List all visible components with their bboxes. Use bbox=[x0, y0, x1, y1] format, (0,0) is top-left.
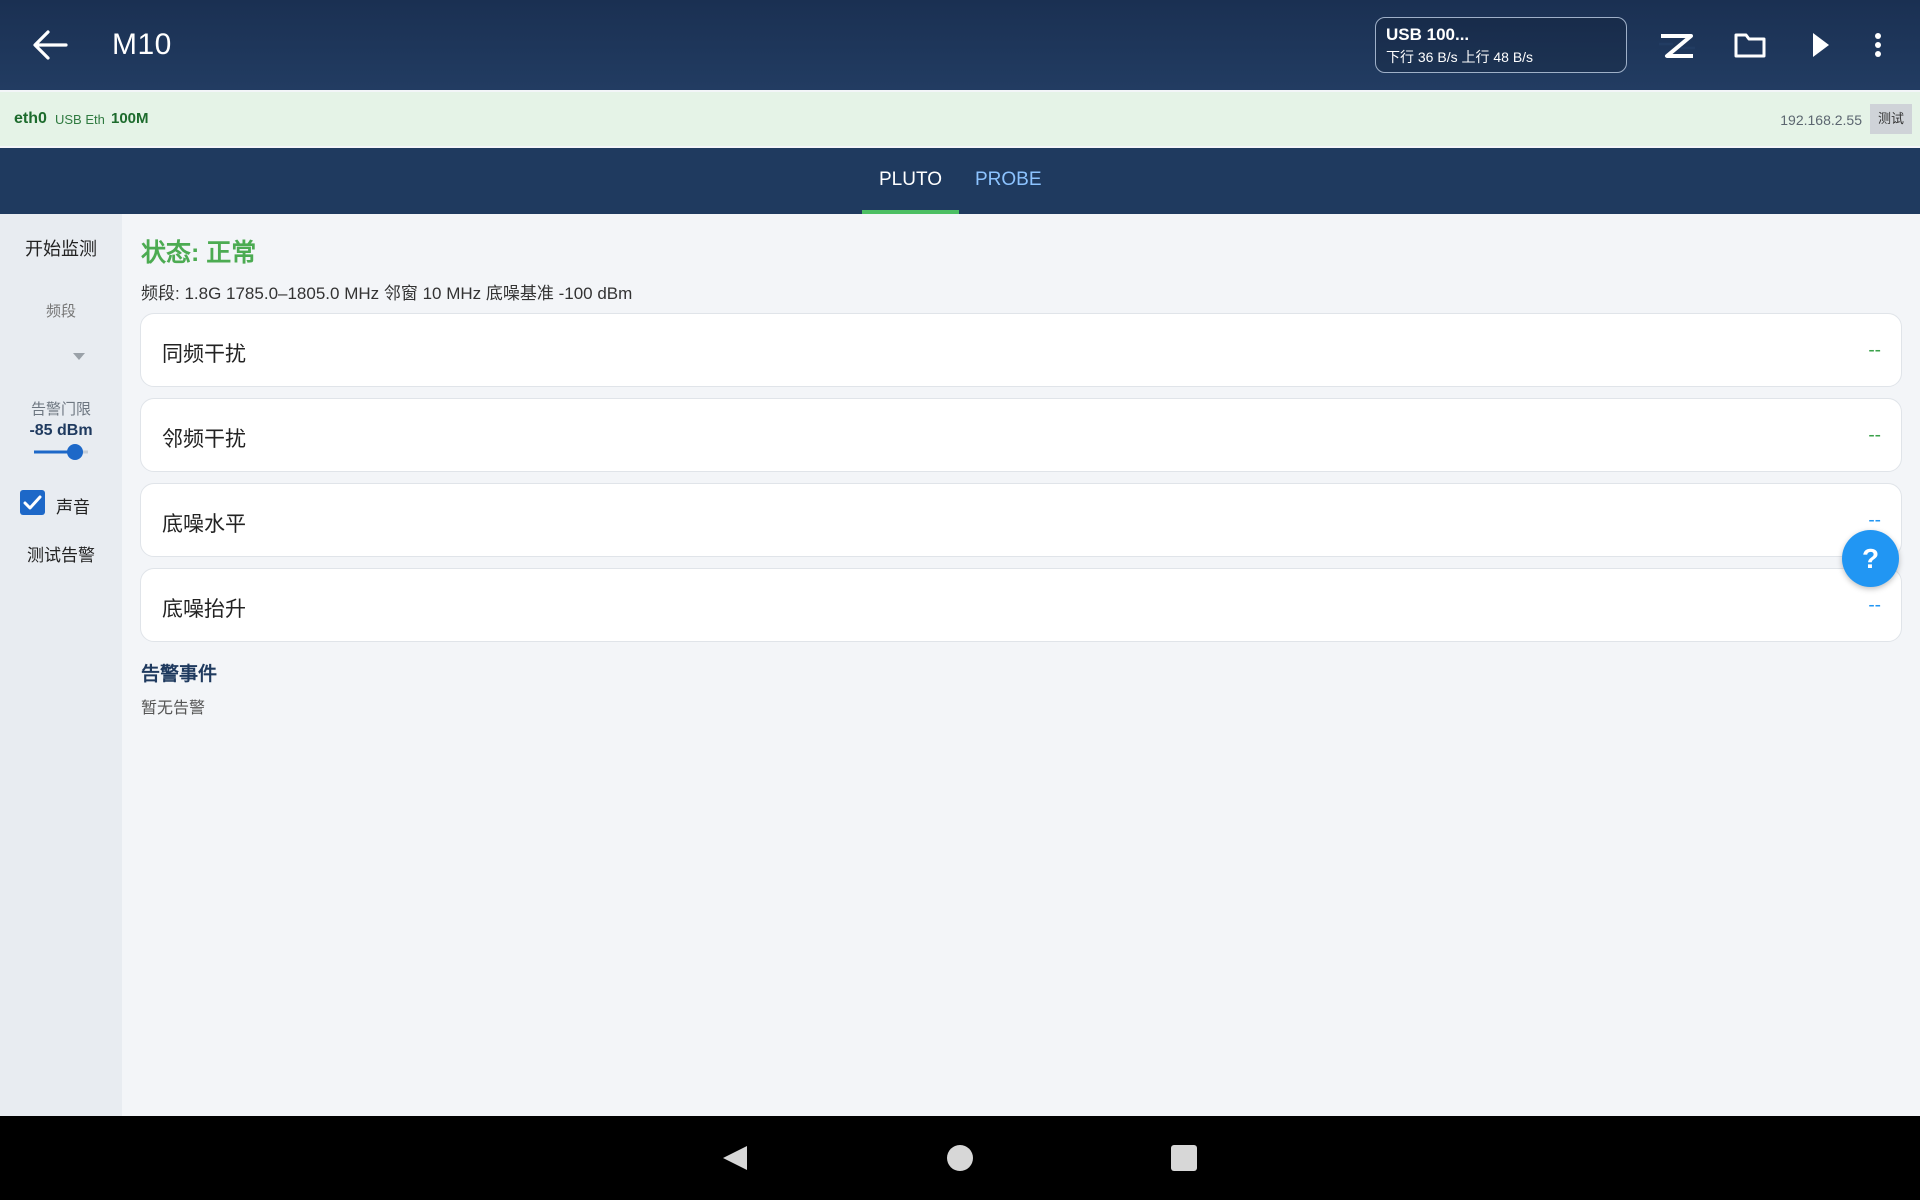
threshold-slider[interactable] bbox=[32, 442, 90, 462]
metric-name: 底噪水平 bbox=[162, 513, 246, 536]
band-info: 频段: 1.8G 1785.0–1805.0 MHz 邻窗 10 MHz 底噪基… bbox=[141, 284, 633, 303]
nav-recents-icon[interactable] bbox=[1154, 1116, 1214, 1200]
more-vert-icon[interactable] bbox=[1856, 24, 1900, 66]
metric-value: -- bbox=[1868, 425, 1881, 446]
folder-icon[interactable] bbox=[1728, 24, 1772, 66]
page-title: M10 bbox=[112, 28, 172, 61]
metric-name: 同频干扰 bbox=[162, 343, 246, 366]
tab-probe[interactable]: PROBE bbox=[958, 148, 1059, 214]
nav-back-icon[interactable] bbox=[705, 1116, 765, 1200]
status-text: 状态: 正常 bbox=[141, 239, 257, 267]
interface-name: eth0 bbox=[14, 110, 47, 127]
band-dropdown-icon[interactable] bbox=[72, 348, 86, 360]
back-arrow-icon[interactable] bbox=[30, 27, 70, 63]
metric-card: 底噪水平 -- bbox=[140, 483, 1902, 557]
metric-name: 底噪抬升 bbox=[162, 598, 246, 621]
metric-card: 同频干扰 -- bbox=[140, 313, 1902, 387]
alarm-events-title: 告警事件 bbox=[141, 664, 218, 685]
interface-type: USB Eth bbox=[55, 112, 105, 127]
start-monitor-button[interactable]: 开始监测 bbox=[0, 238, 122, 270]
interface-status-strip: eth0 USB Eth 100M 192.168.2.55 测试 bbox=[0, 92, 1920, 146]
system-nav-bar bbox=[0, 1116, 1920, 1200]
alarm-events-empty: 暂无告警 bbox=[141, 700, 206, 717]
logo-z-icon[interactable] bbox=[1655, 24, 1699, 66]
network-status-box[interactable]: USB 100... 下行 36 B/s 上行 48 B/s bbox=[1375, 17, 1627, 73]
interface-speed: 100M bbox=[111, 110, 149, 127]
nav-home-icon[interactable] bbox=[930, 1116, 990, 1200]
tab-bar: PLUTO PROBE bbox=[0, 148, 1920, 214]
metric-name: 邻频干扰 bbox=[162, 428, 246, 451]
sidebar: 开始监测 频段 告警门限 -85 dBm 声音 测试告警 bbox=[0, 214, 122, 1116]
test-alarm-button[interactable]: 测试告警 bbox=[0, 544, 122, 572]
metric-card: 底噪抬升 -- bbox=[140, 568, 1902, 642]
tab-pluto[interactable]: PLUTO bbox=[862, 148, 960, 214]
network-rates: 下行 36 B/s 上行 48 B/s bbox=[1386, 49, 1534, 65]
metric-value: -- bbox=[1868, 340, 1881, 361]
sound-checkbox[interactable]: 声音 bbox=[20, 488, 110, 517]
threshold-label: 告警门限 bbox=[30, 401, 91, 418]
threshold-value: -85 dBm bbox=[29, 422, 93, 439]
metric-card: 邻频干扰 -- bbox=[140, 398, 1902, 472]
play-icon[interactable] bbox=[1798, 24, 1842, 66]
test-button[interactable]: 测试 bbox=[1870, 104, 1912, 134]
checkbox-checked-icon[interactable] bbox=[20, 490, 45, 515]
network-name: USB 100... bbox=[1386, 25, 1470, 44]
app-bar: M10 USB 100... 下行 36 B/s 上行 48 B/s bbox=[0, 0, 1920, 90]
help-button[interactable]: ? bbox=[1842, 530, 1899, 587]
metric-value: -- bbox=[1868, 510, 1881, 531]
metric-value: -- bbox=[1868, 595, 1881, 616]
band-label: 频段 bbox=[45, 303, 76, 320]
ip-address: 192.168.2.55 bbox=[1780, 112, 1862, 128]
sound-label: 声音 bbox=[56, 498, 90, 517]
